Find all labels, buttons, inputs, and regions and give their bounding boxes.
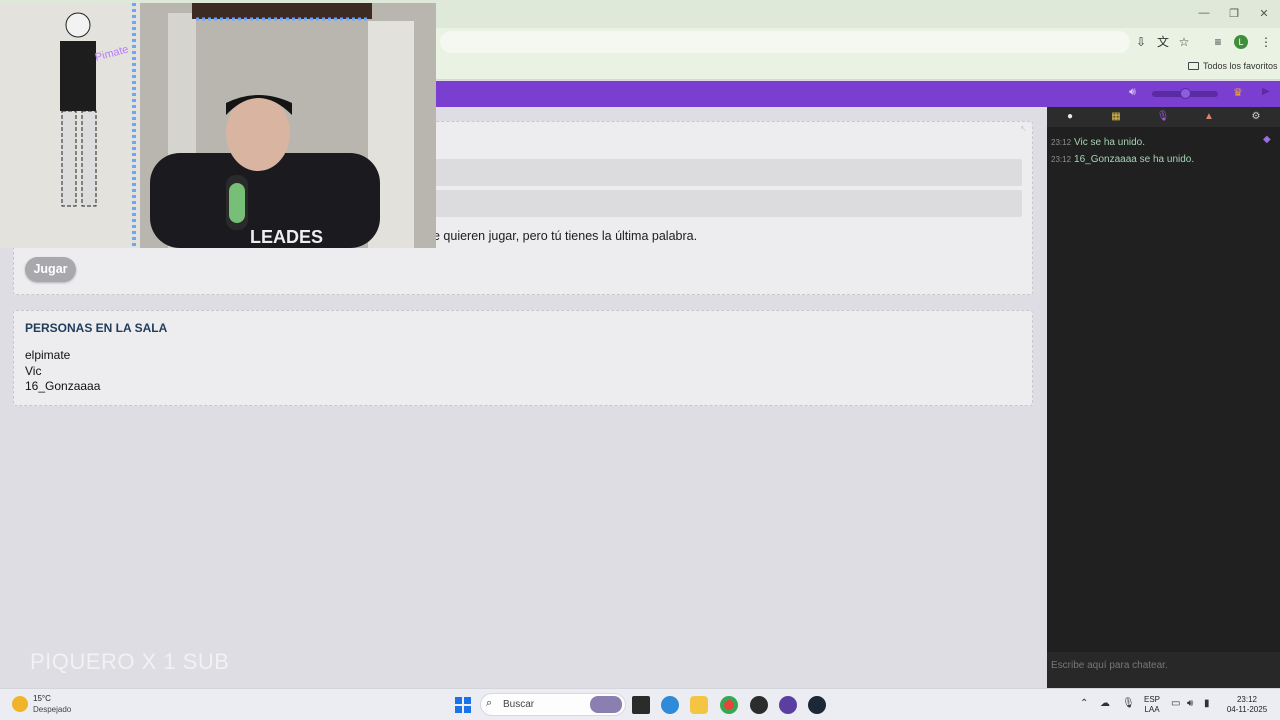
- search-icon: ⌕: [486, 697, 493, 709]
- install-app-icon[interactable]: ⇩: [1133, 34, 1149, 50]
- microphone-icon[interactable]: 🎙︎: [1122, 698, 1135, 709]
- svg-text:LEADES: LEADES: [250, 227, 323, 247]
- cloud-icon[interactable]: ☁: [1100, 698, 1110, 709]
- collapse-icon[interactable]: ↖: [1020, 124, 1027, 133]
- all-bookmarks-label: Todos los favoritos: [1203, 61, 1278, 71]
- translate-icon[interactable]: 文: [1155, 34, 1171, 50]
- chat-emote-icon[interactable]: ◆: [1263, 134, 1271, 145]
- stream-overlay-text: PIQUERO X 1 SUB: [30, 649, 230, 674]
- close-icon[interactable]: ✕: [1254, 7, 1274, 20]
- tab-settings-icon[interactable]: ⚙: [1233, 109, 1279, 125]
- battery-icon[interactable]: ▮: [1204, 698, 1210, 709]
- crown-icon[interactable]: ♛: [1233, 86, 1243, 99]
- language-indicator[interactable]: ESP LAA: [1140, 695, 1164, 715]
- search-highlight-icon: [590, 696, 622, 713]
- tab-room-icon[interactable]: ▲: [1186, 109, 1232, 125]
- profile-avatar[interactable]: L: [1234, 35, 1248, 49]
- edge-icon[interactable]: [661, 696, 679, 714]
- weather-temp[interactable]: 15°C: [33, 694, 51, 703]
- weather-desc: Despejado: [33, 705, 72, 714]
- tab-mic-icon[interactable]: 🎙︎: [1140, 109, 1186, 125]
- tab-players-icon[interactable]: ▦: [1093, 109, 1139, 125]
- chat-message: 23:12 16_Gonzaaaa se ha unido.: [1051, 154, 1194, 165]
- bookmark-star-icon[interactable]: ☆: [1176, 34, 1192, 50]
- chat-panel: [1047, 107, 1280, 688]
- chat-time: 23:12: [1051, 138, 1072, 147]
- volume-icon[interactable]: 🔊︎: [1187, 698, 1193, 709]
- browser-menu-icon[interactable]: ⋮: [1258, 34, 1274, 50]
- steam-icon[interactable]: [808, 696, 826, 714]
- lang-bottom: LAA: [1144, 705, 1160, 714]
- lang-top: ESP: [1143, 695, 1160, 704]
- restore-icon[interactable]: ❐: [1224, 7, 1244, 20]
- game-rule-text: e quieren jugar, pero tú tienes la últim…: [433, 229, 698, 243]
- person-item: elpimate: [25, 348, 71, 362]
- app-circle-icon[interactable]: [779, 696, 797, 714]
- file-explorer-icon[interactable]: [690, 696, 708, 714]
- folder-icon: [1188, 62, 1199, 70]
- clock-date: 04-11-2025: [1226, 705, 1268, 714]
- all-bookmarks-button[interactable]: Todos los favoritos: [1188, 61, 1278, 71]
- webcam-scene: Pimate LEADES: [0, 3, 436, 248]
- chat-text: 16_Gonzaaaa se ha unido.: [1074, 154, 1195, 165]
- person-item: 16_Gonzaaaa: [25, 379, 101, 393]
- clock[interactable]: 23:12 04-11-2025: [1222, 695, 1272, 715]
- play-button[interactable]: Jugar: [25, 257, 76, 282]
- task-view-icon[interactable]: [632, 696, 650, 714]
- obs-icon[interactable]: [750, 696, 768, 714]
- moon-weather-icon[interactable]: [12, 696, 28, 712]
- webcam-overlay: Pimate LEADES: [0, 3, 436, 248]
- person-item: Vic: [25, 364, 42, 378]
- search-label: Buscar: [503, 699, 535, 710]
- play-arrow-icon[interactable]: ▶: [1262, 86, 1270, 97]
- people-title: PERSONAS EN LA SALA: [25, 321, 168, 335]
- clock-time: 23:12: [1236, 695, 1258, 704]
- chat-input[interactable]: [1051, 657, 1276, 673]
- tab-chat-icon[interactable]: ●: [1047, 109, 1093, 125]
- volume-slider-knob[interactable]: [1180, 88, 1191, 99]
- chat-time: 23:12: [1051, 155, 1072, 164]
- windows-start-icon[interactable]: [455, 697, 471, 713]
- reading-list-icon[interactable]: ≡: [1210, 34, 1226, 50]
- tray-chevron-icon[interactable]: ⌃: [1080, 698, 1088, 709]
- chrome-icon[interactable]: [720, 696, 738, 714]
- speaker-icon[interactable]: 🔊︎: [1129, 86, 1136, 99]
- minimize-icon[interactable]: —: [1194, 7, 1214, 19]
- network-icon[interactable]: ▭: [1171, 698, 1180, 709]
- address-bar[interactable]: [440, 31, 1130, 53]
- chat-text: Vic se ha unido.: [1074, 137, 1146, 148]
- chat-message: 23:12 Vic se ha unido.: [1051, 137, 1145, 148]
